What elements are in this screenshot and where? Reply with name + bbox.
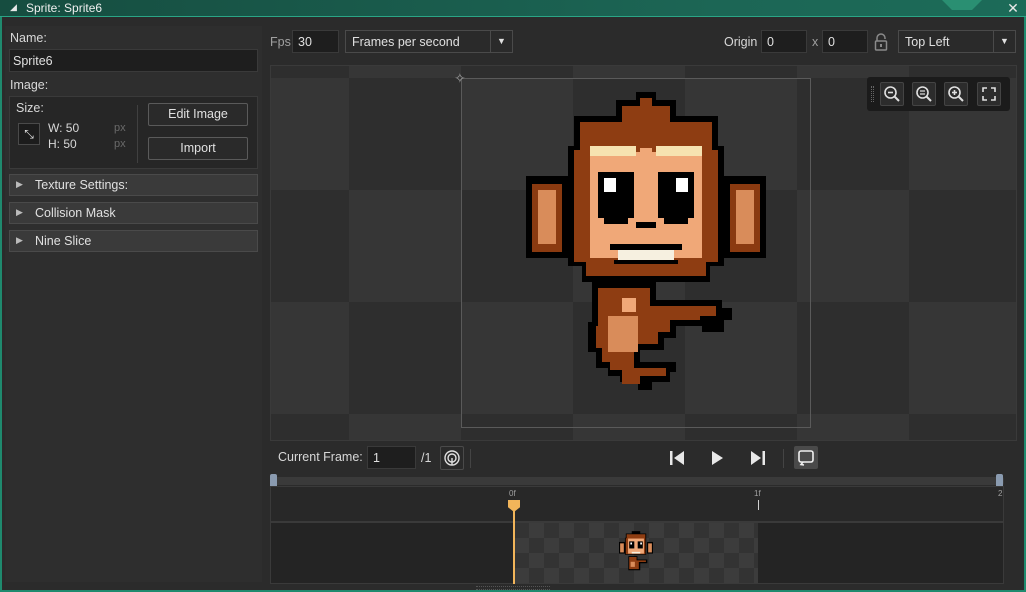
expand-arrow-icon: ▶ (16, 207, 23, 217)
tick-label: 1f (754, 489, 761, 498)
lock-icon[interactable] (874, 33, 888, 51)
width-value: W: 50 (48, 121, 80, 135)
loop-button[interactable] (794, 446, 818, 469)
expand-arrow-icon: ▶ (16, 179, 23, 189)
fps-label: Fps (270, 35, 291, 49)
total-frames: /1 (421, 451, 432, 465)
edit-image-button[interactable]: Edit Image (148, 103, 248, 126)
origin-label: Origin (724, 35, 758, 49)
origin-y-input[interactable]: 0 (822, 30, 868, 53)
divider (470, 449, 471, 468)
timeline-ruler[interactable] (270, 486, 1004, 522)
origin-x-input[interactable]: 0 (761, 30, 807, 53)
zoom-out-icon (884, 86, 900, 102)
origin-preset-dropdown[interactable]: Top Left ▼ (898, 30, 1016, 53)
tick-label: 2 (998, 489, 1003, 498)
width-unit: px (114, 122, 126, 134)
resize-icon[interactable]: ⤡ (18, 123, 40, 145)
fps-input[interactable]: 30 (292, 30, 339, 53)
monkey-thumbnail-image (619, 531, 653, 571)
properties-panel: Name: Sprite6 Image: Size: ⤡ W: 50 H: 50… (5, 26, 262, 582)
image-box: Size: ⤡ W: 50 H: 50 px px Edit Image Imp… (9, 96, 258, 169)
import-button[interactable]: Import (148, 137, 248, 160)
nine-slice-section[interactable]: ▶ Nine Slice (9, 230, 258, 252)
zoom-out-button[interactable] (880, 82, 904, 106)
tick-mark (758, 500, 759, 510)
frame-thumbnail[interactable] (514, 523, 758, 583)
current-frame-label: Current Frame: (278, 450, 363, 464)
previous-frame-icon[interactable] (665, 446, 689, 470)
section-label: Nine Slice (35, 234, 92, 248)
chevron-down-icon: ▼ (993, 31, 1015, 52)
zoom-in-icon (948, 86, 964, 102)
height-value: H: 50 (48, 137, 77, 151)
name-label: Name: (10, 31, 47, 45)
collapse-arrow-icon[interactable]: ◢ (10, 2, 17, 13)
speed-mode-value: Frames per second (352, 35, 460, 49)
zoom-in-button[interactable] (944, 82, 968, 106)
zoom-toolbar (867, 77, 1010, 111)
playhead-line (513, 509, 515, 584)
current-frame-input[interactable]: 1 (367, 446, 416, 469)
origin-marker-icon[interactable]: ✧ (454, 70, 466, 87)
zoom-reset-button[interactable] (912, 82, 936, 106)
expand-arrow-icon: ▶ (16, 235, 23, 245)
height-unit: px (114, 138, 126, 150)
next-frame-icon[interactable] (746, 446, 770, 470)
play-icon[interactable] (705, 446, 729, 470)
section-label: Texture Settings: (35, 178, 129, 192)
image-label: Image: (10, 78, 49, 92)
sprite-canvas[interactable]: ✧ (270, 65, 1017, 441)
resize-grip-icon[interactable] (476, 586, 550, 590)
monkey-sprite-image (526, 92, 766, 390)
onion-skin-button[interactable] (440, 446, 464, 470)
origin-separator: x (812, 35, 819, 49)
title-decoration (942, 0, 982, 10)
texture-settings-section[interactable]: ▶ Texture Settings: (9, 174, 258, 196)
zoom-reset-icon (916, 86, 932, 102)
speed-mode-dropdown[interactable]: Frames per second ▼ (345, 30, 513, 53)
divider (137, 105, 138, 163)
divider (783, 449, 784, 468)
timeline-range-slider[interactable] (270, 477, 1004, 485)
collision-mask-section[interactable]: ▶ Collision Mask (9, 202, 258, 224)
sprite-name-field[interactable]: Sprite6 (9, 49, 258, 72)
drag-grip-icon[interactable] (871, 86, 874, 102)
section-label: Collision Mask (35, 206, 116, 220)
close-button[interactable]: ✕ (1004, 0, 1022, 16)
origin-preset-value: Top Left (905, 35, 950, 49)
title-bar[interactable]: ◢ Sprite: Sprite6 ✕ (0, 0, 1026, 17)
timeline-frames-track[interactable] (270, 522, 1004, 584)
chevron-down-icon: ▼ (490, 31, 512, 52)
loop-icon (798, 450, 814, 466)
tick-label: 0f (509, 489, 516, 498)
window-title: Sprite: Sprite6 (26, 1, 103, 15)
fit-icon (982, 87, 996, 101)
size-label: Size: (16, 101, 44, 115)
fit-to-screen-button[interactable] (977, 82, 1001, 106)
onion-skin-icon (444, 450, 460, 466)
